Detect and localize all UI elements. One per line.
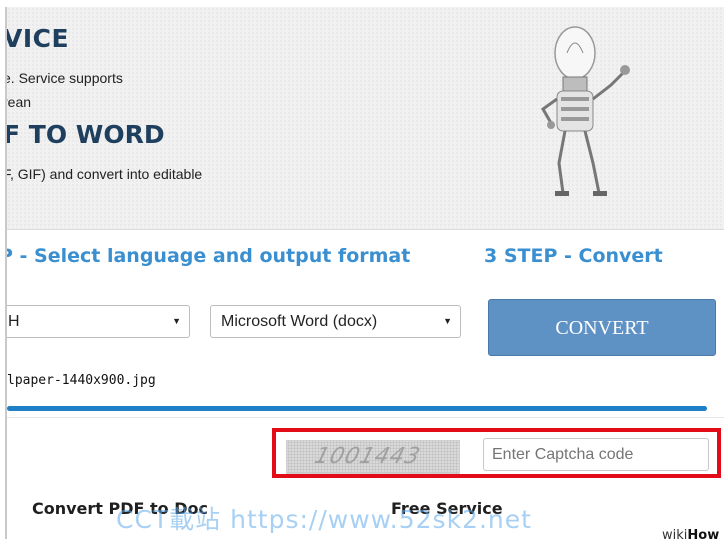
site-watermark: CCT載站 https://www.52sk2.net [116,505,532,534]
output-format-select[interactable]: Microsoft Word (docx) ▼ [210,305,461,338]
hero-description-line: e. Service supports [5,70,123,86]
wikihow-logo: wikiHow [656,525,728,546]
upload-progress-bar [7,406,707,411]
captcha-highlight-box: 1001443 [272,428,721,478]
divider [7,417,724,418]
language-select-value: H [8,313,20,330]
hero-description-line: F, GIF) and convert into editable [5,166,203,182]
output-format-value: Microsoft Word (docx) [221,313,378,330]
convert-button[interactable]: CONVERT [488,299,716,356]
step-3-title: 3 STEP - Convert [484,245,663,267]
dropdown-arrow-icon: ▼ [172,316,181,326]
wikihow-logo-suffix: How [687,528,720,543]
hero-title: VICE [5,24,70,53]
language-select[interactable]: H ▼ [7,305,190,338]
lightbulb-robot-illustration [541,26,630,196]
dropdown-arrow-icon: ▼ [443,316,452,326]
browser-page: VICE e. Service supports rean F TO WORD … [5,7,724,539]
wikihow-logo-prefix: wiki [662,528,688,543]
hero-description-line: rean [5,94,32,110]
uploaded-file-name: lpaper-1440x900.jpg [7,373,156,388]
upload-progress-fill [7,406,707,411]
captcha-image: 1001443 [286,440,460,474]
captcha-input[interactable] [483,438,709,471]
step-2-title: P - Select language and output format [5,245,411,267]
hero-banner: VICE e. Service supports rean F TO WORD … [7,7,724,230]
captcha-image-text: 1001443 [311,444,424,469]
hero-subtitle: F TO WORD [5,120,165,149]
